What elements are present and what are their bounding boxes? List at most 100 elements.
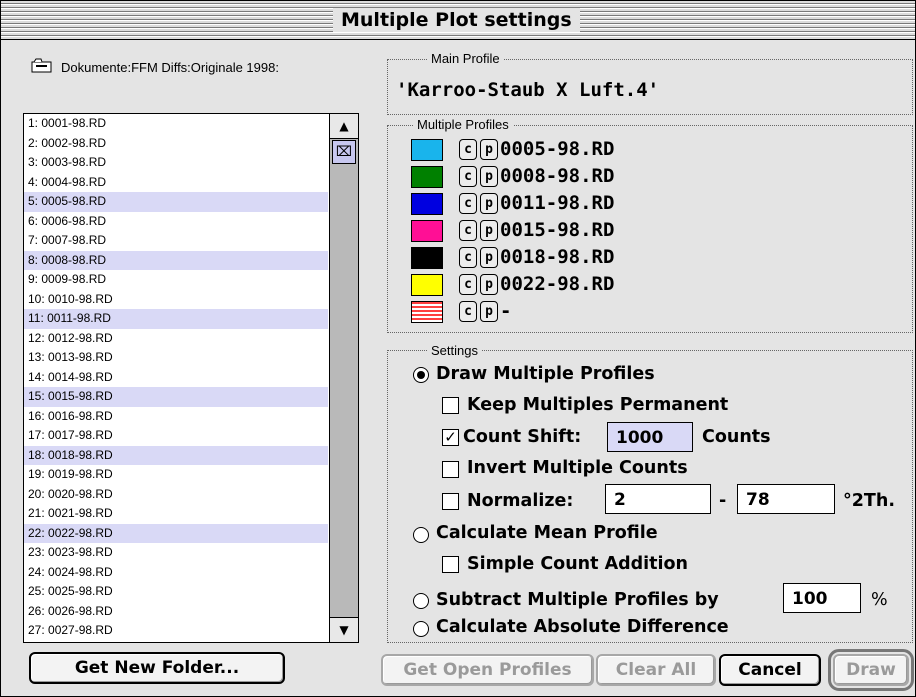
absolute-difference-radio[interactable] <box>413 621 429 637</box>
keep-permanent-label[interactable]: Keep Multiples Permanent <box>467 394 728 416</box>
draw-multiple-radio[interactable] <box>413 367 429 383</box>
profile-name: 0015-98.RD <box>500 219 615 241</box>
profile-button[interactable]: p <box>480 301 498 322</box>
file-list-items: 1: 0001-98.RD 2: 0002-98.RD 3: 0003-98.RD 4… <box>24 114 328 642</box>
get-new-folder-button[interactable]: Get New Folder... <box>29 652 285 684</box>
calculate-mean-label[interactable]: Calculate Mean Profile <box>436 522 658 544</box>
profile-button[interactable]: p <box>480 139 498 160</box>
dialog-window: Multiple Plot settings Dokumente:FFM Dif… <box>0 0 916 697</box>
color-swatch[interactable] <box>411 247 443 269</box>
get-open-profiles-button[interactable]: Get Open Profiles <box>381 654 594 686</box>
list-item[interactable]: 3: 0003-98.RD <box>24 153 328 173</box>
list-item[interactable]: 18: 0018-98.RD <box>24 445 328 465</box>
list-item[interactable]: 4: 0004-98.RD <box>24 173 328 193</box>
draw-button[interactable]: Draw <box>828 649 914 691</box>
list-item[interactable]: 20: 0020-98.RD <box>24 485 328 505</box>
profile-name: 0005-98.RD <box>500 138 615 160</box>
folder-path: Dokumente:FFM Diffs:Originale 1998: <box>61 60 279 75</box>
count-shift-label[interactable]: Count Shift: <box>463 426 581 448</box>
list-item[interactable]: 8: 0008-98.RD <box>24 250 328 270</box>
list-item[interactable]: 23: 0023-98.RD <box>24 543 328 563</box>
list-item[interactable]: 14: 0014-98.RD <box>24 368 328 388</box>
color-swatch[interactable] <box>411 166 443 188</box>
normalize-label[interactable]: Normalize: <box>467 490 573 512</box>
list-item[interactable]: 6: 0006-98.RD <box>24 212 328 232</box>
subtract-label[interactable]: Subtract Multiple Profiles by <box>436 589 719 611</box>
simple-addition-label[interactable]: Simple Count Addition <box>467 553 688 575</box>
list-item[interactable]: 9: 0009-98.RD <box>24 270 328 290</box>
profile-name: 0008-98.RD <box>500 165 615 187</box>
normalize-from-input[interactable]: 2 <box>605 484 711 514</box>
color-button[interactable]: c <box>459 139 477 160</box>
color-swatch[interactable] <box>411 301 443 323</box>
list-item[interactable]: 12: 0012-98.RD <box>24 329 328 349</box>
list-item[interactable]: 19: 0019-98.RD <box>24 465 328 485</box>
color-button[interactable]: c <box>459 301 477 322</box>
color-button[interactable]: c <box>459 247 477 268</box>
file-list-scrollbar[interactable]: ▲ ⌧ ▼ <box>329 114 358 642</box>
multiple-profiles-label: Multiple Profiles <box>413 118 513 132</box>
color-swatch[interactable] <box>411 139 443 161</box>
color-button[interactable]: c <box>459 274 477 295</box>
cancel-button[interactable]: Cancel <box>719 654 821 686</box>
scroll-thumb[interactable]: ⌧ <box>332 140 356 164</box>
normalize-checkbox[interactable] <box>442 493 459 510</box>
file-list[interactable]: 1: 0001-98.RD 2: 0002-98.RD 3: 0003-98.RD 4… <box>23 113 359 643</box>
absolute-difference-label[interactable]: Calculate Absolute Difference <box>436 616 729 638</box>
count-shift-checkbox[interactable]: ✓ <box>442 429 459 446</box>
settings-label: Settings <box>427 344 482 358</box>
list-item[interactable]: 15: 0015-98.RD <box>24 387 328 407</box>
list-item[interactable]: 7: 0007-98.RD <box>24 231 328 251</box>
keep-permanent-checkbox[interactable] <box>442 397 459 414</box>
list-item[interactable]: 2: 0002-98.RD <box>24 134 328 154</box>
profile-name: 0011-98.RD <box>500 192 615 214</box>
list-item[interactable]: 26: 0026-98.RD <box>24 602 328 622</box>
list-item[interactable]: 27: 0027-98.RD <box>24 621 328 641</box>
profile-name: 0022-98.RD <box>500 273 615 295</box>
list-item[interactable]: 22: 0022-98.RD <box>24 523 328 543</box>
simple-addition-checkbox[interactable] <box>442 556 459 573</box>
profile-button[interactable]: p <box>480 193 498 214</box>
draw-multiple-label[interactable]: Draw Multiple Profiles <box>436 363 655 385</box>
subtract-value-input[interactable]: 100 <box>783 583 861 613</box>
scroll-down-arrow-icon[interactable]: ▼ <box>330 617 358 642</box>
profile-button[interactable]: p <box>480 166 498 187</box>
list-item[interactable]: 25: 0025-98.RD <box>24 582 328 602</box>
profile-button[interactable]: p <box>480 247 498 268</box>
list-item[interactable]: 10: 0010-98.RD <box>24 290 328 310</box>
list-item[interactable]: 21: 0021-98.RD <box>24 504 328 524</box>
percent-label: % <box>871 590 888 610</box>
color-button[interactable]: c <box>459 166 477 187</box>
normalize-dash: - <box>719 491 727 511</box>
subtract-radio[interactable] <box>413 593 429 609</box>
folder-icon <box>31 58 52 73</box>
list-item[interactable]: 13: 0013-98.RD <box>24 348 328 368</box>
color-swatch[interactable] <box>411 220 443 242</box>
normalize-to-input[interactable]: 78 <box>737 484 835 514</box>
title-bar[interactable]: Multiple Plot settings <box>1 1 915 40</box>
profile-button[interactable]: p <box>480 274 498 295</box>
color-swatch[interactable] <box>411 274 443 296</box>
scroll-track[interactable] <box>330 139 358 617</box>
list-item[interactable]: 5: 0005-98.RD <box>24 192 328 212</box>
calculate-mean-radio[interactable] <box>413 527 429 543</box>
color-swatch[interactable] <box>411 193 443 215</box>
clear-all-button[interactable]: Clear All <box>596 654 716 686</box>
scroll-up-arrow-icon[interactable]: ▲ <box>330 114 358 139</box>
list-item[interactable]: 24: 0024-98.RD <box>24 563 328 583</box>
invert-counts-checkbox[interactable] <box>442 461 459 478</box>
profile-button[interactable]: p <box>480 220 498 241</box>
color-button[interactable]: c <box>459 193 477 214</box>
list-item[interactable]: 11: 0011-98.RD <box>24 309 328 329</box>
invert-counts-label[interactable]: Invert Multiple Counts <box>467 457 688 479</box>
list-item[interactable]: 16: 0016-98.RD <box>24 407 328 427</box>
profile-name: - <box>500 300 512 322</box>
count-shift-input[interactable]: 1000 <box>607 422 693 452</box>
normalize-unit-label: °2Th. <box>843 491 895 511</box>
counts-unit-label: Counts <box>702 427 771 447</box>
profile-name: 0018-98.RD <box>500 246 615 268</box>
list-item[interactable]: 17: 0017-98.RD <box>24 426 328 446</box>
main-profile-value: 'Karroo-Staub X Luft.4' <box>396 79 660 101</box>
list-item[interactable]: 1: 0001-98.RD <box>24 114 328 134</box>
color-button[interactable]: c <box>459 220 477 241</box>
